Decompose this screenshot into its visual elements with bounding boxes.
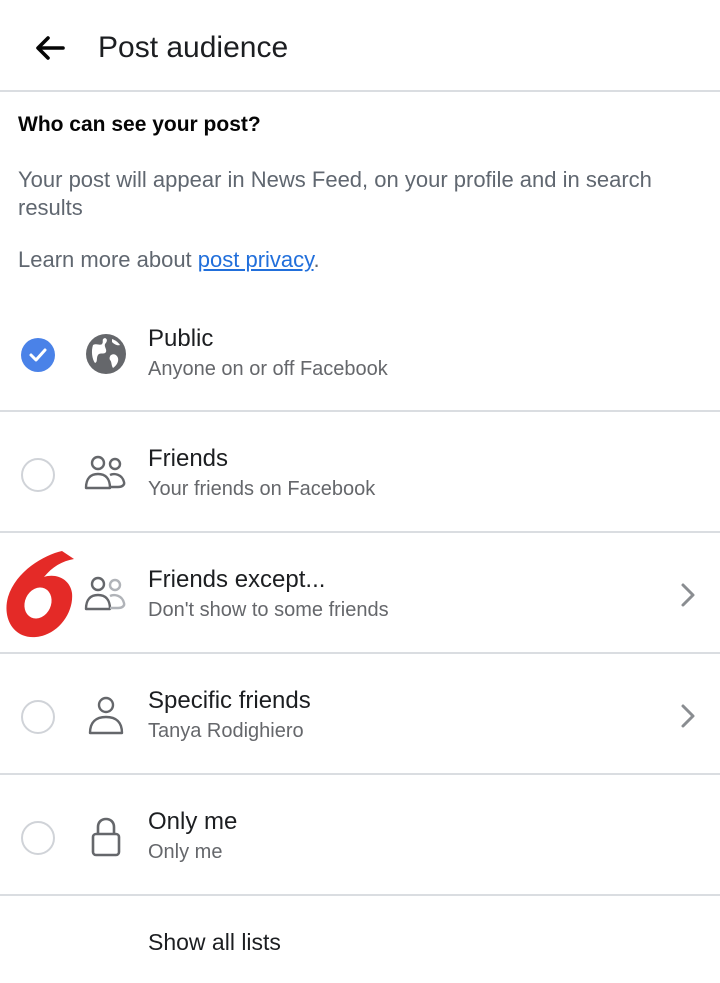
audience-options-list: Public Anyone on or off Facebook Friends… xyxy=(0,292,720,896)
chevron-right-icon xyxy=(676,698,700,734)
option-title: Friends xyxy=(148,445,229,472)
learn-more-text: Learn more about post privacy. xyxy=(18,246,698,274)
page-title: Post audience xyxy=(98,31,289,64)
learn-more-suffix: . xyxy=(313,247,320,272)
option-friends[interactable]: Friends Your friends on Facebook xyxy=(0,412,720,533)
red-logo-icon xyxy=(6,551,74,638)
section-description: Your post will appear in News Feed, on y… xyxy=(18,167,652,220)
option-title: Specific friends xyxy=(148,687,311,714)
post-privacy-link[interactable]: post privacy xyxy=(198,247,314,272)
back-button[interactable] xyxy=(24,24,76,72)
option-subtitle: Only me xyxy=(148,841,223,863)
option-subtitle: Your friends on Facebook xyxy=(148,478,376,500)
radio-friends[interactable] xyxy=(21,458,55,492)
friends-except-icon xyxy=(82,571,130,619)
learn-more-prefix: Learn more about xyxy=(18,247,198,272)
person-icon xyxy=(82,692,130,740)
option-title: Friends except... xyxy=(148,566,326,593)
option-title: Only me xyxy=(148,808,238,835)
radio-only-me[interactable] xyxy=(21,821,55,855)
audience-intro: Who can see your post? Your post will ap… xyxy=(18,110,698,274)
section-heading: Who can see your post? xyxy=(18,113,261,136)
app-header: Post audience xyxy=(0,0,720,92)
chevron-right-icon xyxy=(676,577,700,613)
lock-icon xyxy=(82,813,130,861)
radio-specific-friends[interactable] xyxy=(21,700,55,734)
show-all-lists-button[interactable]: Show all lists xyxy=(148,926,281,958)
radio-public-checked[interactable] xyxy=(21,338,55,372)
option-title: Public xyxy=(148,325,214,352)
option-friends-except[interactable]: Friends except... Don't show to some fri… xyxy=(0,533,720,654)
friends-icon xyxy=(82,450,130,498)
option-specific-friends[interactable]: Specific friends Tanya Rodighiero xyxy=(0,654,720,775)
option-subtitle: Anyone on or off Facebook xyxy=(148,358,388,380)
option-subtitle: Don't show to some friends xyxy=(148,599,389,621)
option-public[interactable]: Public Anyone on or off Facebook xyxy=(0,292,720,412)
globe-icon xyxy=(82,330,130,378)
option-only-me[interactable]: Only me Only me xyxy=(0,775,720,896)
option-subtitle: Tanya Rodighiero xyxy=(148,720,304,742)
arrow-left-icon xyxy=(36,36,65,60)
checkmark-icon xyxy=(29,348,47,362)
